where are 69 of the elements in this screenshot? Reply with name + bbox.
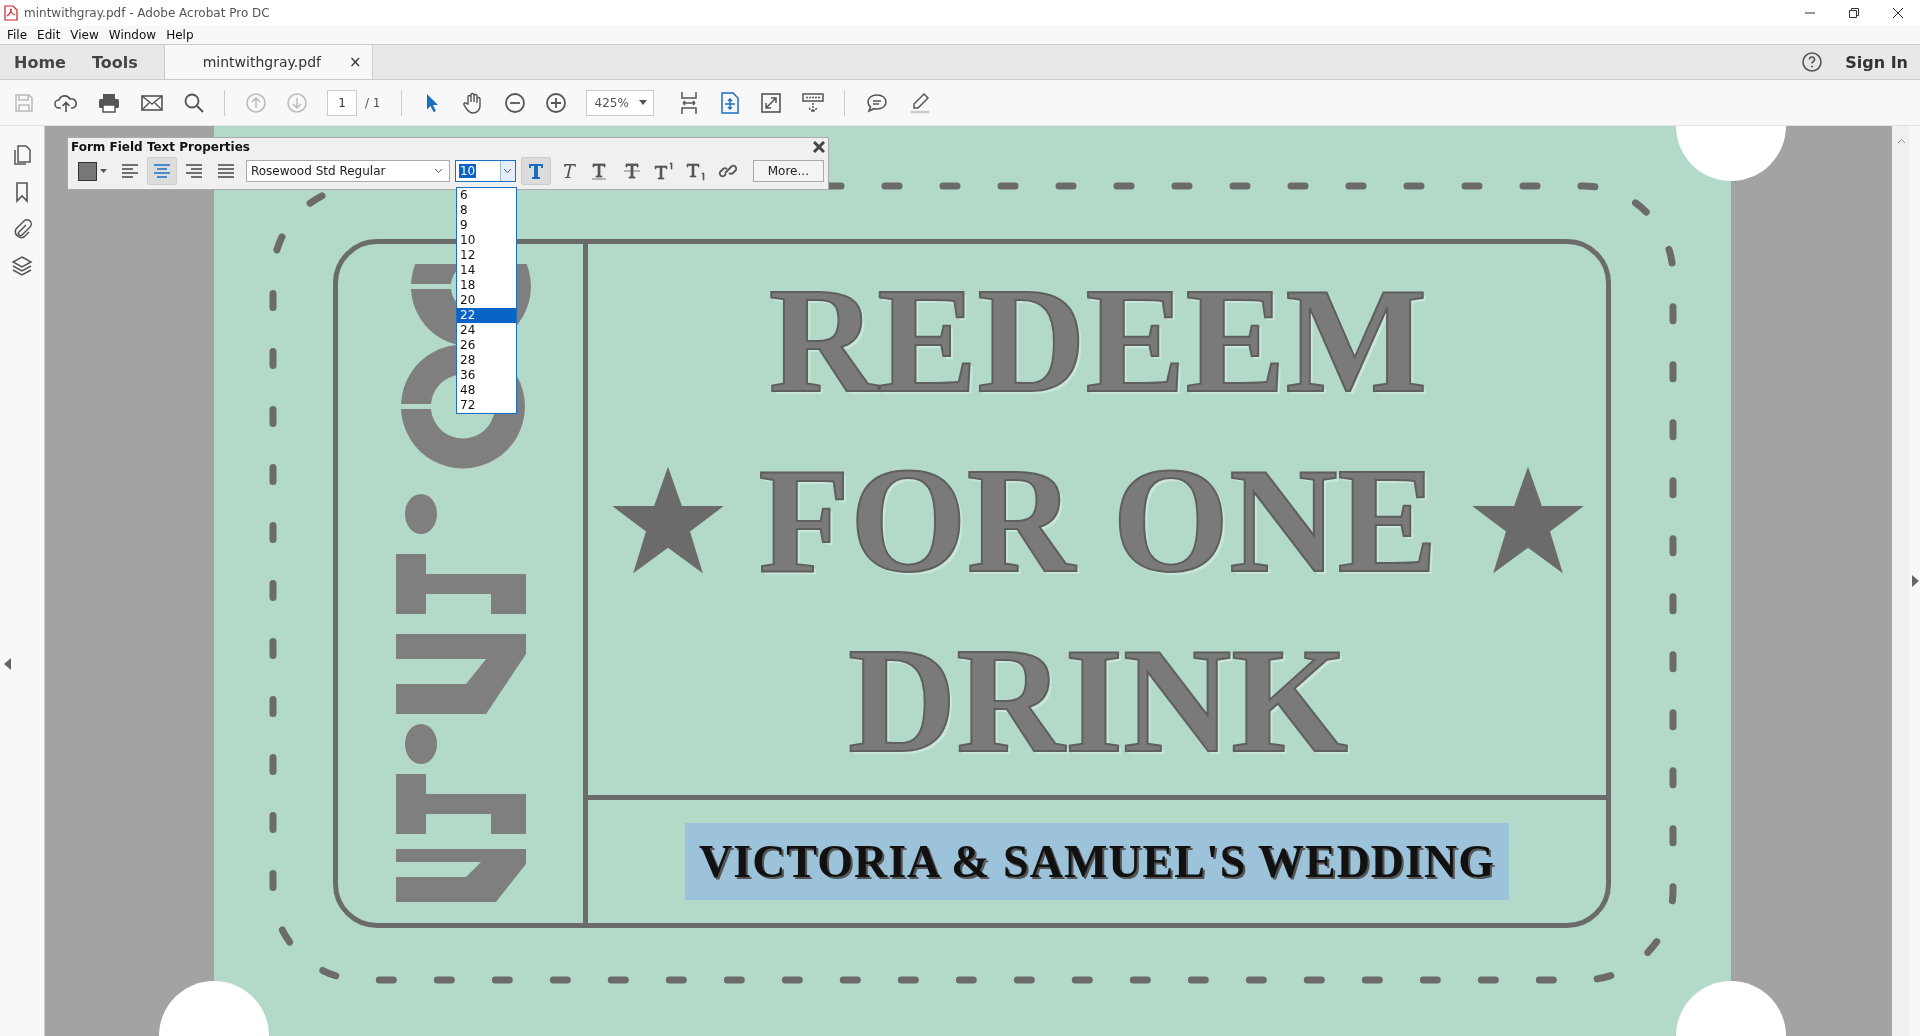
tab-close-button[interactable]: × (348, 53, 362, 71)
text-color-button[interactable] (78, 161, 107, 181)
font-size-option[interactable]: 22 (457, 308, 516, 323)
font-size-option[interactable]: 36 (457, 368, 516, 383)
font-size-option[interactable]: 24 (457, 323, 516, 338)
font-size-option[interactable]: 20 (457, 293, 516, 308)
document-tab-label[interactable]: mintwithgray.pdf (202, 54, 321, 70)
close-icon[interactable] (813, 140, 825, 153)
font-size-option[interactable]: 18 (457, 278, 516, 293)
wedding-name-field[interactable]: VICTORIA & SAMUEL'S WEDDING (685, 823, 1509, 900)
nav-tab[interactable]: Home (0, 45, 78, 79)
headline-text: FOR ONE (758, 435, 1438, 605)
close-icon[interactable] (1892, 7, 1904, 19)
font-size-option[interactable]: 8 (457, 203, 516, 218)
full-screen-icon[interactable] (759, 91, 782, 114)
font-size-field[interactable]: 10 (454, 160, 516, 182)
menu-item[interactable]: File (2, 28, 33, 42)
color-swatch[interactable] (78, 161, 97, 181)
window-title: mintwithgray.pdf - Adobe Acrobat Pro DC (24, 6, 270, 20)
font-size-option[interactable]: 72 (457, 398, 516, 413)
font-size-option[interactable]: 9 (457, 218, 516, 233)
headline-text: REDEEM (768, 255, 1428, 425)
panel-title: Form Field Text Properties (71, 139, 250, 154)
font-dropdown[interactable]: Rosewood Std Regular (245, 160, 450, 182)
font-size-option[interactable]: 12 (457, 248, 516, 263)
layers-icon[interactable] (11, 255, 33, 277)
menu-item[interactable]: View (65, 28, 104, 42)
headline-text: DRINK (848, 615, 1348, 785)
read-mode-icon[interactable] (800, 90, 825, 115)
search-icon[interactable] (183, 91, 205, 114)
caret-icon[interactable] (638, 100, 647, 105)
more-button[interactable]: More... (752, 160, 824, 182)
menu-item[interactable]: Edit (32, 28, 66, 42)
nav-tab[interactable]: Tools (77, 45, 150, 79)
font-size-option[interactable]: 48 (457, 383, 516, 398)
help-icon[interactable] (1801, 51, 1824, 73)
bookmark-icon[interactable] (14, 181, 30, 203)
page-total: / 1 (365, 95, 381, 110)
font-size-option[interactable]: 14 (457, 263, 516, 278)
zoom-out-icon[interactable] (503, 91, 526, 114)
font-size-option[interactable]: 26 (457, 338, 516, 353)
paperclip-icon[interactable] (12, 218, 32, 240)
restore-icon[interactable] (1848, 7, 1860, 19)
vertical-scrollbar[interactable] (1892, 126, 1910, 1036)
sign-in-link[interactable]: Sign In (1845, 45, 1920, 79)
align-icon[interactable] (121, 164, 139, 178)
chevron-icon[interactable] (433, 168, 443, 174)
zoom-dropdown[interactable]: 425% (585, 89, 654, 116)
font-size-option[interactable]: 28 (457, 353, 516, 368)
pages-icon[interactable] (12, 144, 32, 166)
menu-item[interactable]: Window (103, 28, 162, 42)
pdf-file-icon (4, 5, 18, 21)
align-icon[interactable] (216, 164, 235, 178)
expand-pane-icon[interactable] (4, 658, 12, 670)
caret-icon[interactable] (100, 169, 107, 173)
align-center-button[interactable] (147, 157, 177, 185)
document-tab[interactable]: mintwithgray.pdf × (163, 45, 373, 79)
print-icon[interactable] (97, 91, 121, 114)
page-number-field[interactable]: 1 (327, 89, 357, 116)
scroll-up-icon[interactable] (1896, 138, 1906, 144)
zoom-in-icon[interactable] (544, 91, 567, 114)
font-size-option[interactable]: 6 (457, 188, 516, 203)
align-icon[interactable] (152, 164, 171, 178)
scroll-mode-icon[interactable] (718, 90, 741, 115)
chevron-icon[interactable] (503, 168, 513, 174)
align-icon[interactable] (184, 164, 203, 178)
menu-item[interactable]: Help (161, 28, 199, 42)
font-size-option[interactable]: 10 (457, 233, 516, 248)
comment-icon[interactable] (864, 91, 889, 114)
